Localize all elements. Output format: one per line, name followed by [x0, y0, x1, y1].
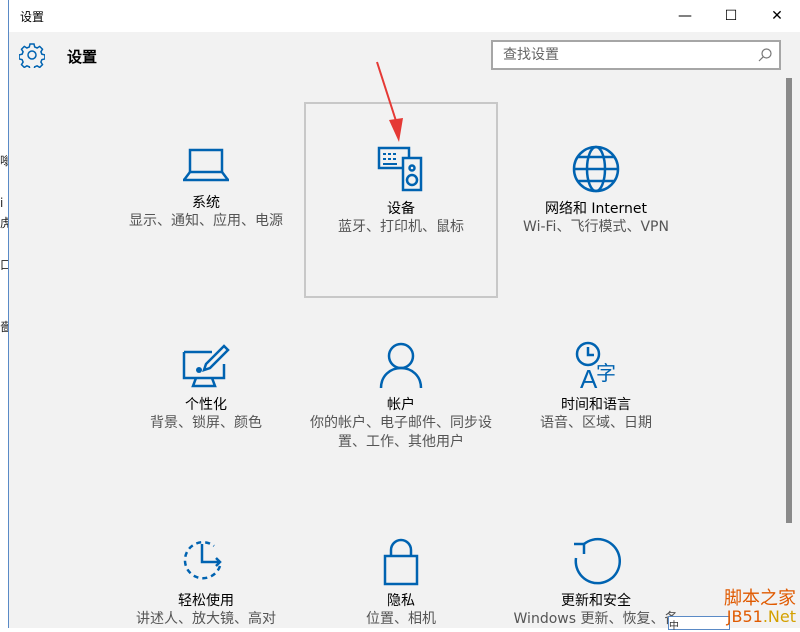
background-text-fragment: i	[0, 196, 4, 210]
tile-accounts[interactable]: 帐户 你的帐户、电子邮件、同步设置、工作、其他用户	[304, 340, 498, 452]
background-text-fragment: 口	[0, 258, 8, 272]
minimize-button[interactable]: —	[662, 0, 708, 32]
tile-description: 位置、相机	[366, 611, 436, 627]
title-bar[interactable]: 设置 — ☐ ✕	[9, 0, 800, 32]
maximize-button[interactable]: ☐	[708, 0, 754, 32]
devices-icon	[377, 146, 423, 192]
personalization-icon	[182, 344, 230, 388]
page-title: 设置	[67, 48, 98, 66]
tile-description: Windows 更新、恢复、备	[513, 611, 679, 627]
tile-title: 轻松使用	[178, 593, 234, 609]
tile-update-security[interactable]: 更新和安全 Windows 更新、恢复、备	[499, 536, 693, 629]
tile-title: 隐私	[387, 593, 415, 609]
tile-title: 个性化	[185, 397, 227, 413]
search-box[interactable]	[491, 40, 781, 70]
watermark-jb51: JB51	[726, 607, 763, 626]
maximize-icon: ☐	[724, 8, 738, 24]
tile-network[interactable]: 网络和 Internet Wi-Fi、飞行模式、VPN	[499, 144, 693, 237]
search-icon[interactable]	[757, 47, 773, 63]
refresh-icon	[574, 537, 622, 585]
tile-description: 蓝牙、打印机、鼠标	[338, 219, 464, 235]
annotation-arrow	[376, 61, 403, 142]
search-input[interactable]	[493, 42, 753, 68]
time-language-icon: A 字	[575, 341, 616, 390]
background-text-fragment: 虎	[0, 216, 8, 230]
background-text-fragment: 嗡	[0, 154, 8, 168]
tile-description: 你的帐户、电子邮件、同步设置、工作、其他用户	[310, 415, 492, 450]
ime-text: 中	[669, 621, 679, 632]
tile-title: 帐户	[387, 397, 415, 413]
tile-system[interactable]: 系统 显示、通知、应用、电源	[109, 144, 303, 231]
tile-privacy[interactable]: 隐私 位置、相机	[304, 536, 498, 629]
window-title: 设置	[20, 10, 45, 24]
globe-icon	[572, 145, 620, 193]
laptop-icon	[183, 148, 229, 182]
close-icon: ✕	[771, 8, 783, 24]
background-text-fragment: 嗇	[0, 320, 8, 334]
watermark-line1: 脚本之家	[724, 588, 796, 609]
tile-description: 显示、通知、应用、电源	[129, 213, 283, 229]
close-button[interactable]: ✕	[754, 0, 800, 32]
tile-description: 语音、区域、日期	[540, 415, 652, 431]
tile-title: 更新和安全	[561, 593, 631, 609]
watermark-line2: JB51.Net	[724, 608, 796, 626]
tile-description: 背景、锁屏、颜色	[150, 415, 262, 431]
tile-title: 网络和 Internet	[544, 201, 648, 217]
tile-personalization[interactable]: 个性化 背景、锁屏、颜色	[109, 340, 303, 433]
tile-ease-of-access[interactable]: 轻松使用 讲述人、放大镜、高对	[109, 536, 303, 629]
tile-description: 讲述人、放大镜、高对	[136, 611, 276, 627]
watermark: 脚本之家 JB51.Net	[724, 590, 796, 626]
ease-of-access-icon	[183, 541, 222, 580]
person-icon	[379, 342, 423, 389]
tile-title: 设备	[387, 201, 415, 217]
svg-text:字: 字	[596, 361, 616, 385]
watermark-net: .Net	[762, 607, 796, 626]
tile-title: 系统	[192, 195, 220, 211]
tile-description: Wi-Fi、飞行模式、VPN	[523, 219, 669, 235]
lock-icon	[383, 538, 419, 586]
scrollbar[interactable]	[786, 78, 792, 523]
settings-window: 设置 — ☐ ✕ 设置 系统 显示、通知、应用、电源	[8, 0, 800, 628]
tile-time-language[interactable]: A 字 时间和语言 语音、区域、日期	[499, 340, 693, 433]
tile-title: 时间和语言	[561, 397, 631, 413]
minimize-icon: —	[678, 8, 692, 24]
gear-icon	[19, 43, 45, 68]
